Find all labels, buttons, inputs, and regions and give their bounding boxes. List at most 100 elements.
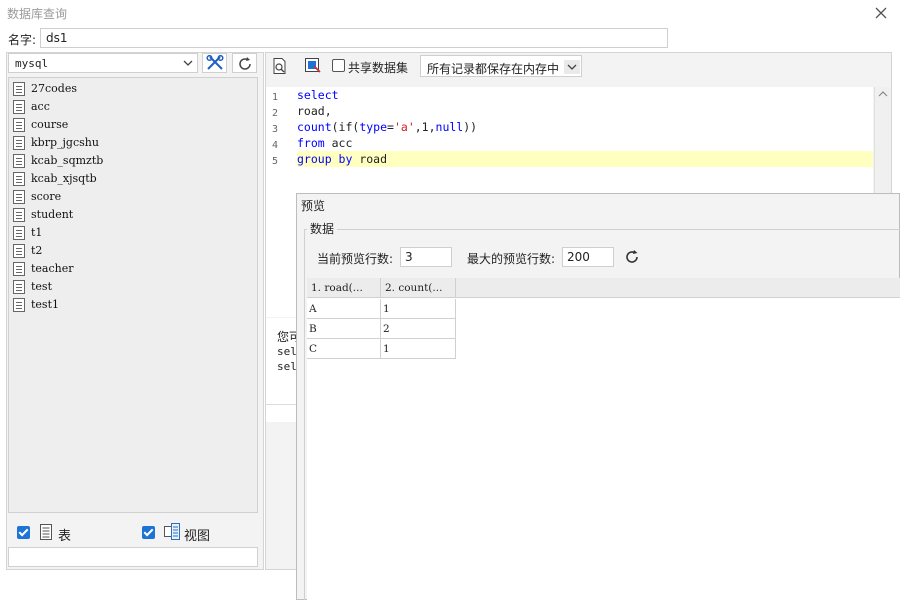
grid-column-header[interactable]: 2. count(... — [381, 278, 456, 298]
table-list: 27codes acc course kbrp_jgcshu kcab_sqmz… — [8, 77, 258, 513]
show-tables-label: 表 — [58, 529, 72, 544]
grid-cell[interactable]: A — [307, 299, 381, 319]
table-icon — [13, 172, 25, 186]
tools-icon — [206, 55, 224, 70]
line-number: 4 — [271, 140, 279, 151]
bottom-area — [0, 570, 296, 600]
keyword: count — [297, 120, 332, 134]
grid-header: 1. road(... 2. count(... — [307, 278, 900, 298]
table-icon — [13, 100, 25, 114]
grid-cell[interactable]: C — [307, 339, 381, 359]
preview-title: 预览 — [301, 199, 326, 213]
table-item[interactable]: 27codes — [11, 80, 251, 98]
table-item[interactable]: kcab_sqmztb — [11, 152, 251, 170]
keyword: from — [297, 136, 325, 150]
table-name: course — [31, 118, 69, 131]
table-item[interactable]: acc — [11, 98, 251, 116]
line-number: 5 — [271, 156, 279, 167]
preview-grid: 1. road(... 2. count(... A 1 B 2 C 1 — [307, 278, 900, 600]
keyword: null — [435, 120, 464, 134]
table-name: test — [31, 280, 52, 293]
table-name: teacher — [31, 262, 74, 275]
refresh-icon — [239, 57, 251, 70]
table-name: student — [31, 208, 74, 221]
table-icon — [13, 280, 25, 294]
name-label: 名字: — [8, 33, 37, 47]
table-icon — [13, 136, 25, 150]
line-number: 1 — [271, 92, 279, 103]
code-text: )) — [463, 120, 478, 134]
table-name: t2 — [31, 244, 43, 257]
table-name: kcab_xjsqtb — [31, 172, 97, 185]
table-item[interactable]: t1 — [11, 224, 251, 242]
max-rows-input[interactable]: 200 — [562, 247, 614, 267]
grid-column-header[interactable]: 1. road(... — [307, 278, 381, 298]
table-icon — [13, 226, 25, 240]
table-name: kcab_sqmztb — [31, 154, 104, 167]
grid-cell[interactable]: B — [307, 319, 381, 339]
storage-mode-value: 所有记录都保存在内存中 — [427, 62, 560, 76]
shared-dataset-checkbox[interactable] — [332, 59, 345, 72]
table-item[interactable]: kbrp_jgcshu — [11, 134, 251, 152]
line-number: 3 — [271, 124, 279, 135]
refresh-tables-button[interactable] — [232, 53, 257, 73]
code-text: = — [387, 120, 394, 134]
table-name: t1 — [31, 226, 43, 239]
close-icon[interactable] — [872, 4, 890, 22]
code-line: select — [297, 87, 873, 103]
code-line: count(if(type='a',1,null)) — [297, 119, 873, 135]
table-item[interactable]: t2 — [11, 242, 251, 260]
database-select[interactable]: mysql — [8, 53, 198, 73]
table-name: kbrp_jgcshu — [31, 136, 99, 149]
max-rows-label: 最大的预览行数: — [467, 252, 556, 266]
parameters-icon[interactable] — [304, 57, 322, 75]
window-title: 数据库查询 — [7, 7, 68, 21]
refresh-icon[interactable] — [624, 249, 640, 265]
table-item[interactable]: teacher — [11, 260, 251, 278]
table-icon — [13, 154, 25, 168]
scroll-up-icon[interactable] — [878, 90, 888, 98]
code-text: acc — [324, 136, 353, 150]
table-name: score — [31, 190, 62, 203]
table-item[interactable]: test1 — [11, 296, 251, 314]
preview-dialog: 预览 数据 当前预览行数: 3 最大的预览行数: 200 1. road(...… — [296, 193, 900, 600]
show-views-checkbox[interactable] — [142, 526, 155, 539]
code-text: road, — [297, 104, 332, 118]
code-line-current: group by road — [297, 151, 873, 167]
grid-cell[interactable]: 2 — [381, 319, 456, 339]
table-item[interactable]: student — [11, 206, 251, 224]
table-icon — [13, 262, 25, 276]
show-tables-checkbox[interactable] — [17, 526, 30, 539]
chevron-down-icon — [183, 60, 193, 66]
preview-search-icon[interactable] — [271, 57, 289, 75]
name-input[interactable]: ds1 — [40, 28, 668, 48]
view-icon — [164, 523, 180, 540]
storage-mode-select[interactable]: 所有记录都保存在内存中 — [420, 55, 582, 77]
table-icon — [13, 208, 25, 222]
connection-settings-button[interactable] — [202, 53, 227, 73]
grid-cell[interactable]: 1 — [381, 299, 456, 319]
table-icon — [13, 82, 25, 96]
code-line: from acc — [297, 135, 873, 151]
table-icon — [13, 190, 25, 204]
table-item[interactable]: course — [11, 116, 251, 134]
chevron-down-icon — [564, 60, 580, 74]
table-name: 27codes — [31, 82, 77, 95]
table-item[interactable]: score — [11, 188, 251, 206]
line-number: 2 — [271, 108, 279, 119]
table-icon — [13, 298, 25, 312]
grid-cell[interactable]: 1 — [381, 339, 456, 359]
table-icon — [40, 524, 52, 540]
table-item[interactable]: test — [11, 278, 251, 296]
table-name: acc — [31, 100, 50, 113]
string-literal: 'a' — [393, 120, 415, 134]
table-filter-input[interactable] — [8, 547, 258, 567]
title-bar: 数据库查询 — [0, 0, 900, 26]
table-item[interactable]: kcab_xjsqtb — [11, 170, 251, 188]
current-rows-input[interactable]: 3 — [400, 247, 452, 267]
shared-dataset-label: 共享数据集 — [348, 61, 409, 75]
code-text: ,1, — [414, 120, 436, 134]
current-rows-label: 当前预览行数: — [317, 252, 394, 266]
data-group-label: 数据 — [307, 220, 338, 237]
table-name: test1 — [31, 298, 59, 311]
